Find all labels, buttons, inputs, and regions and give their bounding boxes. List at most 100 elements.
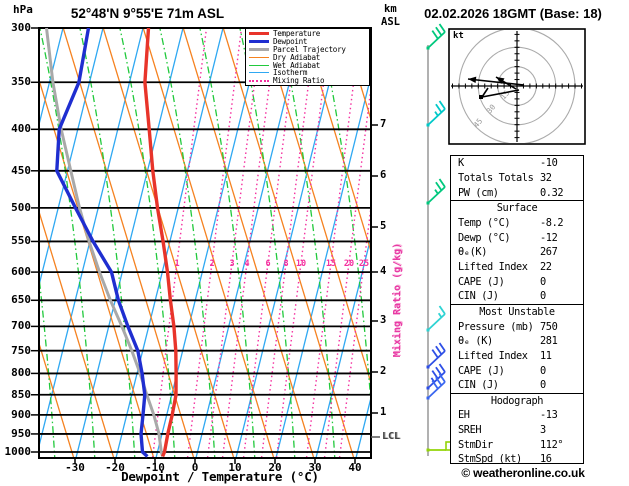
temperature-tick-label: 30 [308, 461, 322, 474]
pressure-tick-label: 300 [11, 21, 31, 34]
stat-label: θₑ(K) [458, 246, 487, 259]
stat-row: Totals Totals 32 [451, 171, 583, 186]
pressure-tick-label: 950 [11, 426, 31, 440]
temperature-tick-label: -30 [65, 461, 85, 474]
svg-text:20: 20 [344, 259, 354, 269]
stat-label: CAPE (J) [458, 275, 505, 288]
stat-row: PW (cm) 0.32 [451, 185, 583, 200]
km-asl-tick-label: 5 [380, 220, 387, 232]
station-title: 52°48'N 9°55'E 71m ASL [70, 6, 225, 21]
temperature-tick-label: 20 [268, 461, 282, 474]
stat-section-title: Most Unstable [479, 305, 555, 318]
legend-line-sample [249, 72, 269, 74]
pressure-tick-label: 800 [11, 366, 31, 380]
stat-row: Dewp (°C) -12 [451, 230, 583, 245]
stat-value: 22 [540, 260, 552, 273]
stat-label: StmSpd (kt) [458, 453, 522, 466]
pressure-tick-label: 850 [11, 387, 31, 401]
stat-label: Temp (°C) [458, 216, 511, 229]
stat-section: Most Unstable Pressure (mb) 750 θₑ (K) 281 Li… [451, 303, 583, 393]
stat-label: EH [458, 409, 470, 422]
pressure-tick-label: 450 [11, 163, 31, 177]
stat-label: θₑ (K) [458, 335, 493, 348]
legend: Temperature Dewpoint Parcel Trajectory Dry … [245, 28, 370, 86]
legend-item-label: Mixing Ratio [273, 76, 325, 86]
km-asl-tick-label: 3 [380, 314, 387, 326]
stat-value: 32 [540, 171, 552, 184]
stat-label: CIN (J) [458, 290, 499, 303]
skewt-sounding-page: 1 2 3 4 6 8 10 15 20 25 15 30 45 hPa 52°48'N 9°55'E … [0, 0, 629, 486]
stat-value: 267 [540, 246, 558, 259]
stat-row: Lifted Index 22 [451, 260, 583, 275]
km-asl-tick-label: 2 [380, 365, 387, 377]
stat-value: 0.32 [540, 186, 564, 199]
stat-value: 0 [540, 290, 546, 303]
svg-text:2: 2 [209, 259, 214, 269]
stat-row: θₑ (K) 281 [451, 334, 583, 349]
temperature-tick-label: 0 [191, 461, 199, 474]
stat-row: Temp (°C) -8.2 [451, 216, 583, 231]
stat-value: 0 [540, 275, 546, 288]
stat-label: CAPE (J) [458, 364, 505, 377]
svg-text:15: 15 [326, 259, 336, 269]
pressure-tick-label: 500 [11, 200, 31, 214]
pressure-tick-label: 400 [11, 122, 31, 136]
legend-line-sample [249, 47, 269, 51]
stat-row: θₑ(K) 267 [451, 245, 583, 260]
legend-line-sample [249, 56, 269, 58]
stat-row: Lifted Index 11 [451, 349, 583, 364]
stat-label: CIN (J) [458, 379, 499, 392]
stat-value: -10 [540, 157, 558, 170]
svg-text:4: 4 [244, 259, 249, 269]
stat-section: K -10 Totals Totals 32 PW (cm) 0.32 [451, 156, 583, 200]
stat-value: 3 [540, 424, 546, 437]
stat-value: -12 [540, 231, 558, 244]
stat-value: -13 [540, 409, 558, 422]
pressure-axis-unit: hPa [13, 3, 33, 16]
stat-value: 0 [540, 379, 546, 392]
stat-value: 16 [540, 453, 552, 466]
legend-line-sample [249, 40, 269, 44]
legend-line-sample [249, 64, 269, 66]
legend-line-sample [249, 79, 269, 82]
km-asl-tick-label: 7 [380, 118, 387, 130]
temperature-tick-label: 10 [228, 461, 242, 474]
km-asl-tick-label: 4 [380, 265, 387, 277]
stat-row: CIN (J) 0 [451, 378, 583, 393]
altitude-axis-unit-km: km [384, 3, 397, 15]
stat-value: 0 [540, 364, 546, 377]
stat-section-title: Surface [496, 202, 538, 215]
stat-label: PW (cm) [458, 186, 499, 199]
stat-value: 11 [540, 349, 552, 362]
stat-label: Dewp (°C) [458, 231, 511, 244]
stat-label: Lifted Index [458, 349, 528, 362]
stat-row: EH -13 [451, 408, 583, 423]
stat-section: Surface Temp (°C) -8.2 Dewp (°C) -12 θₑ(K) 267… [451, 199, 583, 304]
stat-label: StmDir [458, 438, 493, 451]
temperature-tick-label: -10 [145, 461, 165, 474]
stat-row: CIN (J) 0 [451, 289, 583, 304]
stat-row: StmSpd (kt) 16 [451, 452, 583, 467]
legend-line-sample [249, 32, 269, 36]
mixing-ratio-axis-title: Mixing Ratio (g/kg) [392, 242, 403, 358]
hodograph-unit-label: kt [453, 31, 464, 41]
stat-label: SREH [458, 424, 482, 437]
temperature-tick-label: 40 [348, 461, 362, 474]
stat-row: StmDir 112° [451, 437, 583, 452]
pressure-tick-label: 750 [11, 343, 31, 357]
legend-item: Temperature [249, 29, 369, 38]
svg-text:6: 6 [265, 259, 270, 269]
stat-label: K [458, 157, 464, 170]
pressure-tick-label: 350 [11, 75, 31, 89]
stat-section-title: Hodograph [490, 394, 544, 407]
stability-indices-panel: K -10 Totals Totals 32 PW (cm) 0.32 Surface Tem… [450, 155, 584, 467]
stat-row: Pressure (mb) 750 [451, 319, 583, 334]
stat-value: 750 [540, 320, 558, 333]
copyright-notice: © weatheronline.co.uk [461, 466, 585, 480]
svg-text:3: 3 [229, 259, 234, 269]
stat-row: CAPE (J) 0 [451, 274, 583, 289]
stat-row: K -10 [451, 156, 583, 171]
pressure-tick-label: 700 [11, 319, 31, 333]
pressure-tick-label: 550 [11, 234, 31, 248]
svg-text:8: 8 [283, 259, 288, 269]
